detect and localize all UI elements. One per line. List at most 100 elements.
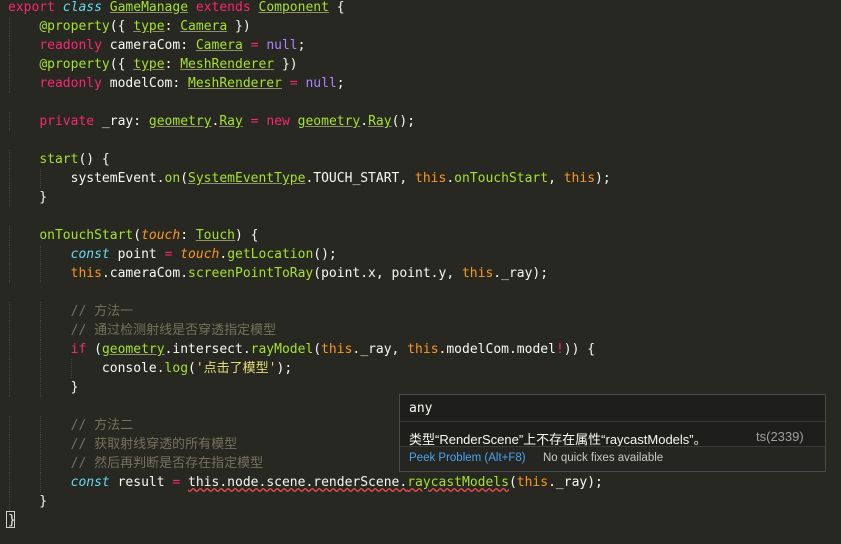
code-token: geometry (101, 342, 165, 357)
code-token: ( (86, 342, 102, 357)
code-line[interactable]: } (8, 378, 78, 397)
code-token: () { (78, 152, 110, 167)
code-line[interactable]: this.cameraCom.screenPointToRay(point.x,… (8, 264, 548, 283)
hover-actions-bar: Peek Problem (Alt+F8) No quick fixes ava… (400, 446, 825, 471)
code-line[interactable]: if (geometry.intersect.rayModel(this._ra… (8, 340, 595, 359)
code-token: // 通过检测射线是否穿透指定模型 (8, 323, 277, 338)
code-line[interactable]: } (8, 188, 47, 207)
code-token: private (39, 114, 95, 129)
indent-guide (9, 245, 11, 264)
peek-problem-link[interactable]: Peek Problem (Alt+F8) (409, 452, 526, 464)
code-token: on (164, 171, 181, 186)
indent-guide (9, 302, 11, 321)
code-token: ( (180, 171, 189, 186)
indent-guide (9, 264, 11, 283)
code-line[interactable]: const point = touch.getLocation(); (8, 245, 337, 264)
code-line[interactable]: onTouchStart(touch: Touch) { (8, 226, 258, 245)
indent-guide (39, 378, 42, 397)
indent-guide (9, 454, 11, 473)
code-line[interactable]: private _ray: geometry.Ray = new geometr… (8, 112, 415, 131)
code-token: touch (141, 228, 181, 243)
code-token: } (8, 494, 48, 509)
code-line[interactable]: systemEvent.on(SystemEventType.TOUCH_STA… (8, 169, 611, 188)
code-line[interactable]: export class GameManage extends Componen… (8, 0, 345, 17)
code-line[interactable]: // 方法一 (8, 302, 133, 321)
code-token: // 然后再判断是否存在指定模型 (8, 456, 264, 471)
code-token: }) (274, 57, 298, 72)
indent-guide (39, 454, 42, 473)
code-token: } (8, 380, 79, 395)
code-token: Touch (195, 228, 235, 243)
code-line[interactable]: // 然后再判断是否存在指定模型 (8, 454, 263, 473)
code-line[interactable]: @property({ type: Camera }) (8, 17, 251, 36)
indent-guide (39, 245, 42, 264)
code-token: rayModel (250, 342, 314, 357)
code-token: class (62, 0, 102, 15)
code-token: )) { (563, 342, 596, 357)
code-token: ( (313, 342, 322, 357)
code-line[interactable]: // 方法二 (8, 416, 133, 435)
code-token: @property (39, 19, 110, 34)
code-token: const (70, 247, 110, 262)
code-token: export (8, 0, 55, 15)
code-line[interactable]: @property({ type: MeshRenderer }) (8, 55, 298, 74)
code-line[interactable]: readonly modelCom: MeshRenderer = null; (8, 74, 345, 93)
code-token: Camera (180, 19, 228, 34)
code-line[interactable]: // 通过检测射线是否穿透指定模型 (8, 321, 276, 340)
code-line[interactable]: start() { (8, 150, 110, 169)
code-token: start (39, 152, 79, 167)
indent-guide (9, 169, 11, 188)
code-token: type (133, 57, 165, 72)
code-token: onTouchStart (454, 171, 549, 186)
indent-guide (9, 492, 11, 511)
indent-guide (39, 302, 42, 321)
code-token: this (563, 171, 596, 186)
code-token: ( (133, 228, 142, 243)
code-token: new (266, 114, 290, 129)
indent-guide (9, 378, 11, 397)
code-line[interactable]: readonly cameraCom: Camera = null; (8, 36, 305, 55)
hover-type-header: any (409, 401, 433, 416)
bracket-match-highlight (6, 511, 15, 528)
code-token: onTouchStart (39, 228, 134, 243)
code-token: : (180, 228, 196, 243)
code-token: .cameraCom. (101, 266, 189, 281)
code-line[interactable]: const result = this.node.scene.renderSce… (8, 473, 603, 492)
code-token: (); (391, 114, 416, 129)
code-token: = (242, 38, 267, 53)
code-token: MeshRenderer (180, 57, 275, 72)
code-token: console. (8, 361, 165, 376)
code-token: ; (336, 76, 345, 91)
code-token: .modelCom.model (438, 342, 556, 357)
indent-guide (9, 17, 11, 36)
code-line[interactable]: } (8, 492, 47, 511)
code-token: raycastModels (407, 475, 509, 490)
indent-guide (39, 321, 42, 340)
indent-guide (9, 435, 11, 454)
code-token: ); (595, 171, 611, 186)
no-quick-fixes-label: No quick fixes available (543, 452, 664, 464)
code-token: { (328, 0, 345, 15)
code-line[interactable]: console.log('点击了模型'); (8, 359, 292, 378)
code-token: } (8, 190, 48, 205)
code-token: '点击了模型' (195, 361, 277, 376)
code-token: point (109, 247, 165, 262)
code-line[interactable]: // 获取射线穿透的所有模型 (8, 435, 237, 454)
code-token: const (70, 475, 110, 490)
code-token: SystemEventType (188, 171, 306, 186)
code-token: , (548, 171, 564, 186)
code-token: log (164, 361, 189, 376)
indent-guide (9, 340, 11, 359)
indent-guide (39, 435, 42, 454)
code-token: = (281, 76, 306, 91)
code-token: this (321, 342, 353, 357)
indent-guide (39, 359, 42, 378)
code-token: if (70, 342, 87, 357)
code-token: extends (195, 0, 251, 15)
code-token: : (164, 19, 181, 34)
